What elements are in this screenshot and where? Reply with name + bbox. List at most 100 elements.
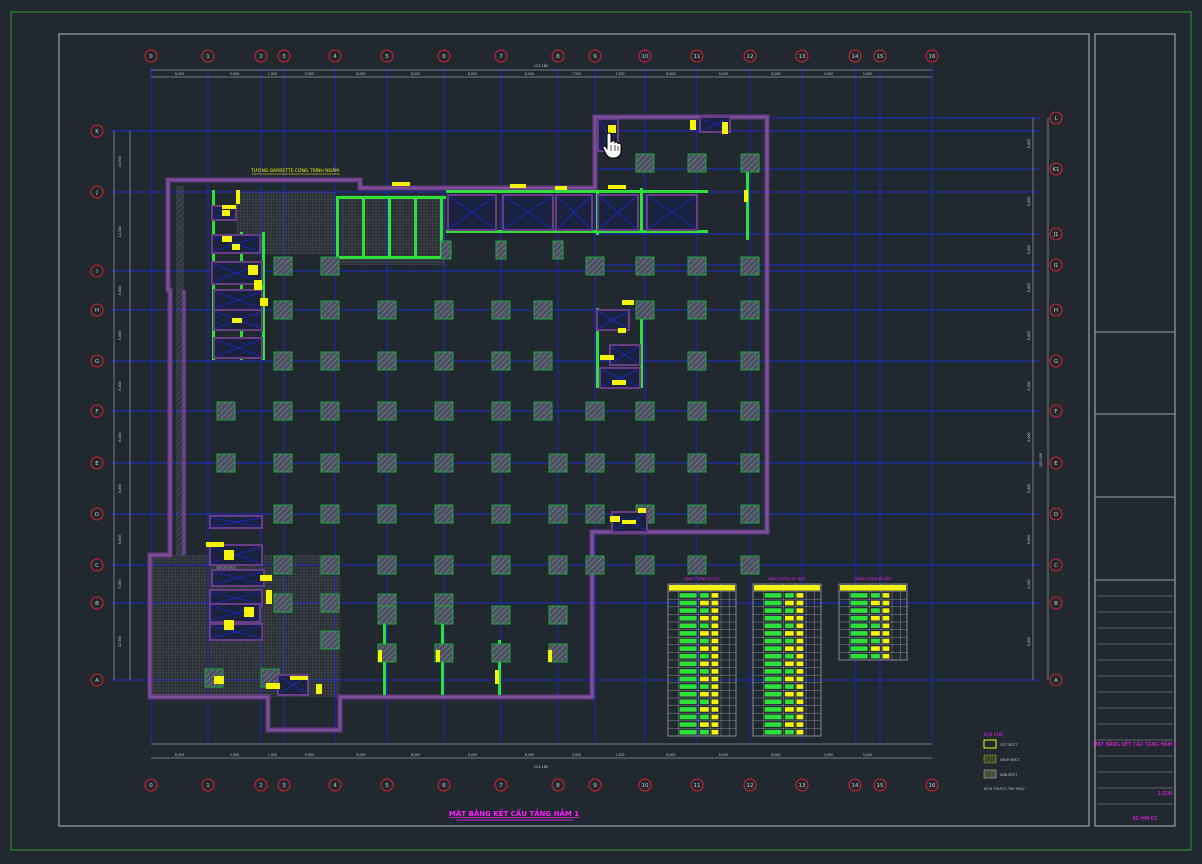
rebar-mark [690,120,696,130]
dim-top-6: 8,000 [468,72,477,76]
table-cell-fill [764,638,782,644]
column [687,351,707,371]
grid-bubble-top-10-label: 10 [642,54,649,60]
table-cell-fill [796,661,804,667]
cad-viewport[interactable]: MẶT BẰNG KẾT CẤU TẦNG HẦM 1 1/200 KC-HM-… [0,0,1202,860]
column [377,351,397,371]
grid-bubble-left-10-label: A [95,678,99,684]
table-cell-fill [699,615,709,621]
table-cell-fill [784,691,794,697]
table-cell-fill [870,646,880,651]
column [687,153,707,173]
table-cell-fill [850,615,868,621]
column [548,555,568,575]
cad-drawing[interactable]: MẶT BẰNG KẾT CẤU TẦNG HẦM 1 1/200 KC-HM-… [0,0,1202,860]
table-cell-fill [764,623,782,629]
column [434,300,454,320]
grid-bubble-right-0-label: L [1054,116,1058,122]
table-cell-fill [784,615,794,621]
rebar-mark [260,575,272,581]
grid-bubble-bottom-16-label: 16 [929,783,936,789]
dim-top-5: 8,000 [411,72,420,76]
beam [446,190,708,193]
grid-bubble-right-11-label: A [1054,678,1058,684]
table-cell-fill [870,600,880,606]
table-cell-fill [711,699,719,705]
dim-bottom-12: 8,000 [771,753,780,757]
table-cell-fill [711,593,719,598]
rebar-mark [214,676,224,684]
grid-bubble-left-5-label: F [95,409,98,415]
rebar-mark [244,607,254,617]
column [377,300,397,320]
table-cell-fill [784,684,794,689]
table-cell-fill [764,676,782,682]
table-cell-fill [882,615,890,621]
dim-left-3: 8,000 [118,331,122,340]
dim-left-2: 8,000 [118,286,122,295]
table-cell-fill [796,623,804,629]
column [585,504,605,524]
table-cell-fill [784,593,794,598]
table-header-fill [669,585,735,591]
table-cell-fill [679,638,697,644]
dim-right-2: 8,000 [1027,245,1031,254]
grid-bubble-top-11-label: 11 [694,54,701,60]
table-cell-fill [796,684,804,689]
grid-bubble-bottom-13-label: 13 [799,783,806,789]
table-cell-fill [784,699,794,705]
column [740,256,760,276]
dim-top-0: 8,350 [175,72,184,76]
dim-bottom-7: 8,000 [525,753,534,757]
dim-top-2: 1,550 [268,72,277,76]
table-cell-fill [796,699,804,705]
table-cell-fill [679,623,697,629]
table-cell-fill [679,684,697,689]
title-block-sheet-name: MẶT BẰNG KẾT CẤU TẦNG HẦM 1 [1093,740,1177,748]
grid-bubble-left-4-label: G [95,359,99,365]
barrette-annotation: TƯỜNG BARRETTE CÔNG TRÌNH NGẦM [250,166,339,174]
dim-bottom-2: 1,550 [268,753,277,757]
table-cell-fill [764,691,782,697]
rebar-mark [248,265,258,275]
rebar-mark [638,508,646,513]
rebar-mark [722,122,728,134]
column [491,555,511,575]
rebar-mark [224,550,234,560]
table-cell-fill [850,653,868,659]
column [440,240,452,260]
beam [338,196,446,199]
column [434,504,454,524]
beam [640,188,643,233]
column [434,555,454,575]
column [585,256,605,276]
rebar-mark [618,328,626,333]
legend: GHI CHÚ CỘT BTCT VÁCH BTCT SÀN BTCT KÍCH… [983,731,1025,791]
dim-left-8: 5,000 [118,579,122,588]
dim-bottom-11: 8,000 [719,753,728,757]
table-cell-fill [711,646,719,651]
dim-top-13: 3,950 [824,72,833,76]
dim-right-9: 8,000 [1027,579,1031,588]
table-cell-fill [796,638,804,644]
column [273,256,293,276]
beam [362,196,365,258]
table-cell-fill [764,653,782,659]
table-cell-fill [679,691,697,697]
table-cell-fill [796,600,804,606]
table-cell-fill [796,653,804,659]
column [635,555,655,575]
table-cell-fill [870,593,880,598]
table-cell-fill [679,631,697,636]
table-cell-fill [699,653,709,659]
title-block: MẶT BẰNG KẾT CẤU TẦNG HẦM 1 1/200 KC-HM-… [1093,33,1177,827]
column [377,453,397,473]
table-cell-fill [850,623,868,629]
dim-bottom-3: 5,950 [305,753,314,757]
table-cell-fill [850,638,868,644]
dim-left-5: 8,000 [118,432,122,441]
table-cell-fill [784,646,794,651]
dim-bottom-13: 3,950 [824,753,833,757]
rebar-mark [548,650,552,662]
table-cell-fill [711,638,719,644]
